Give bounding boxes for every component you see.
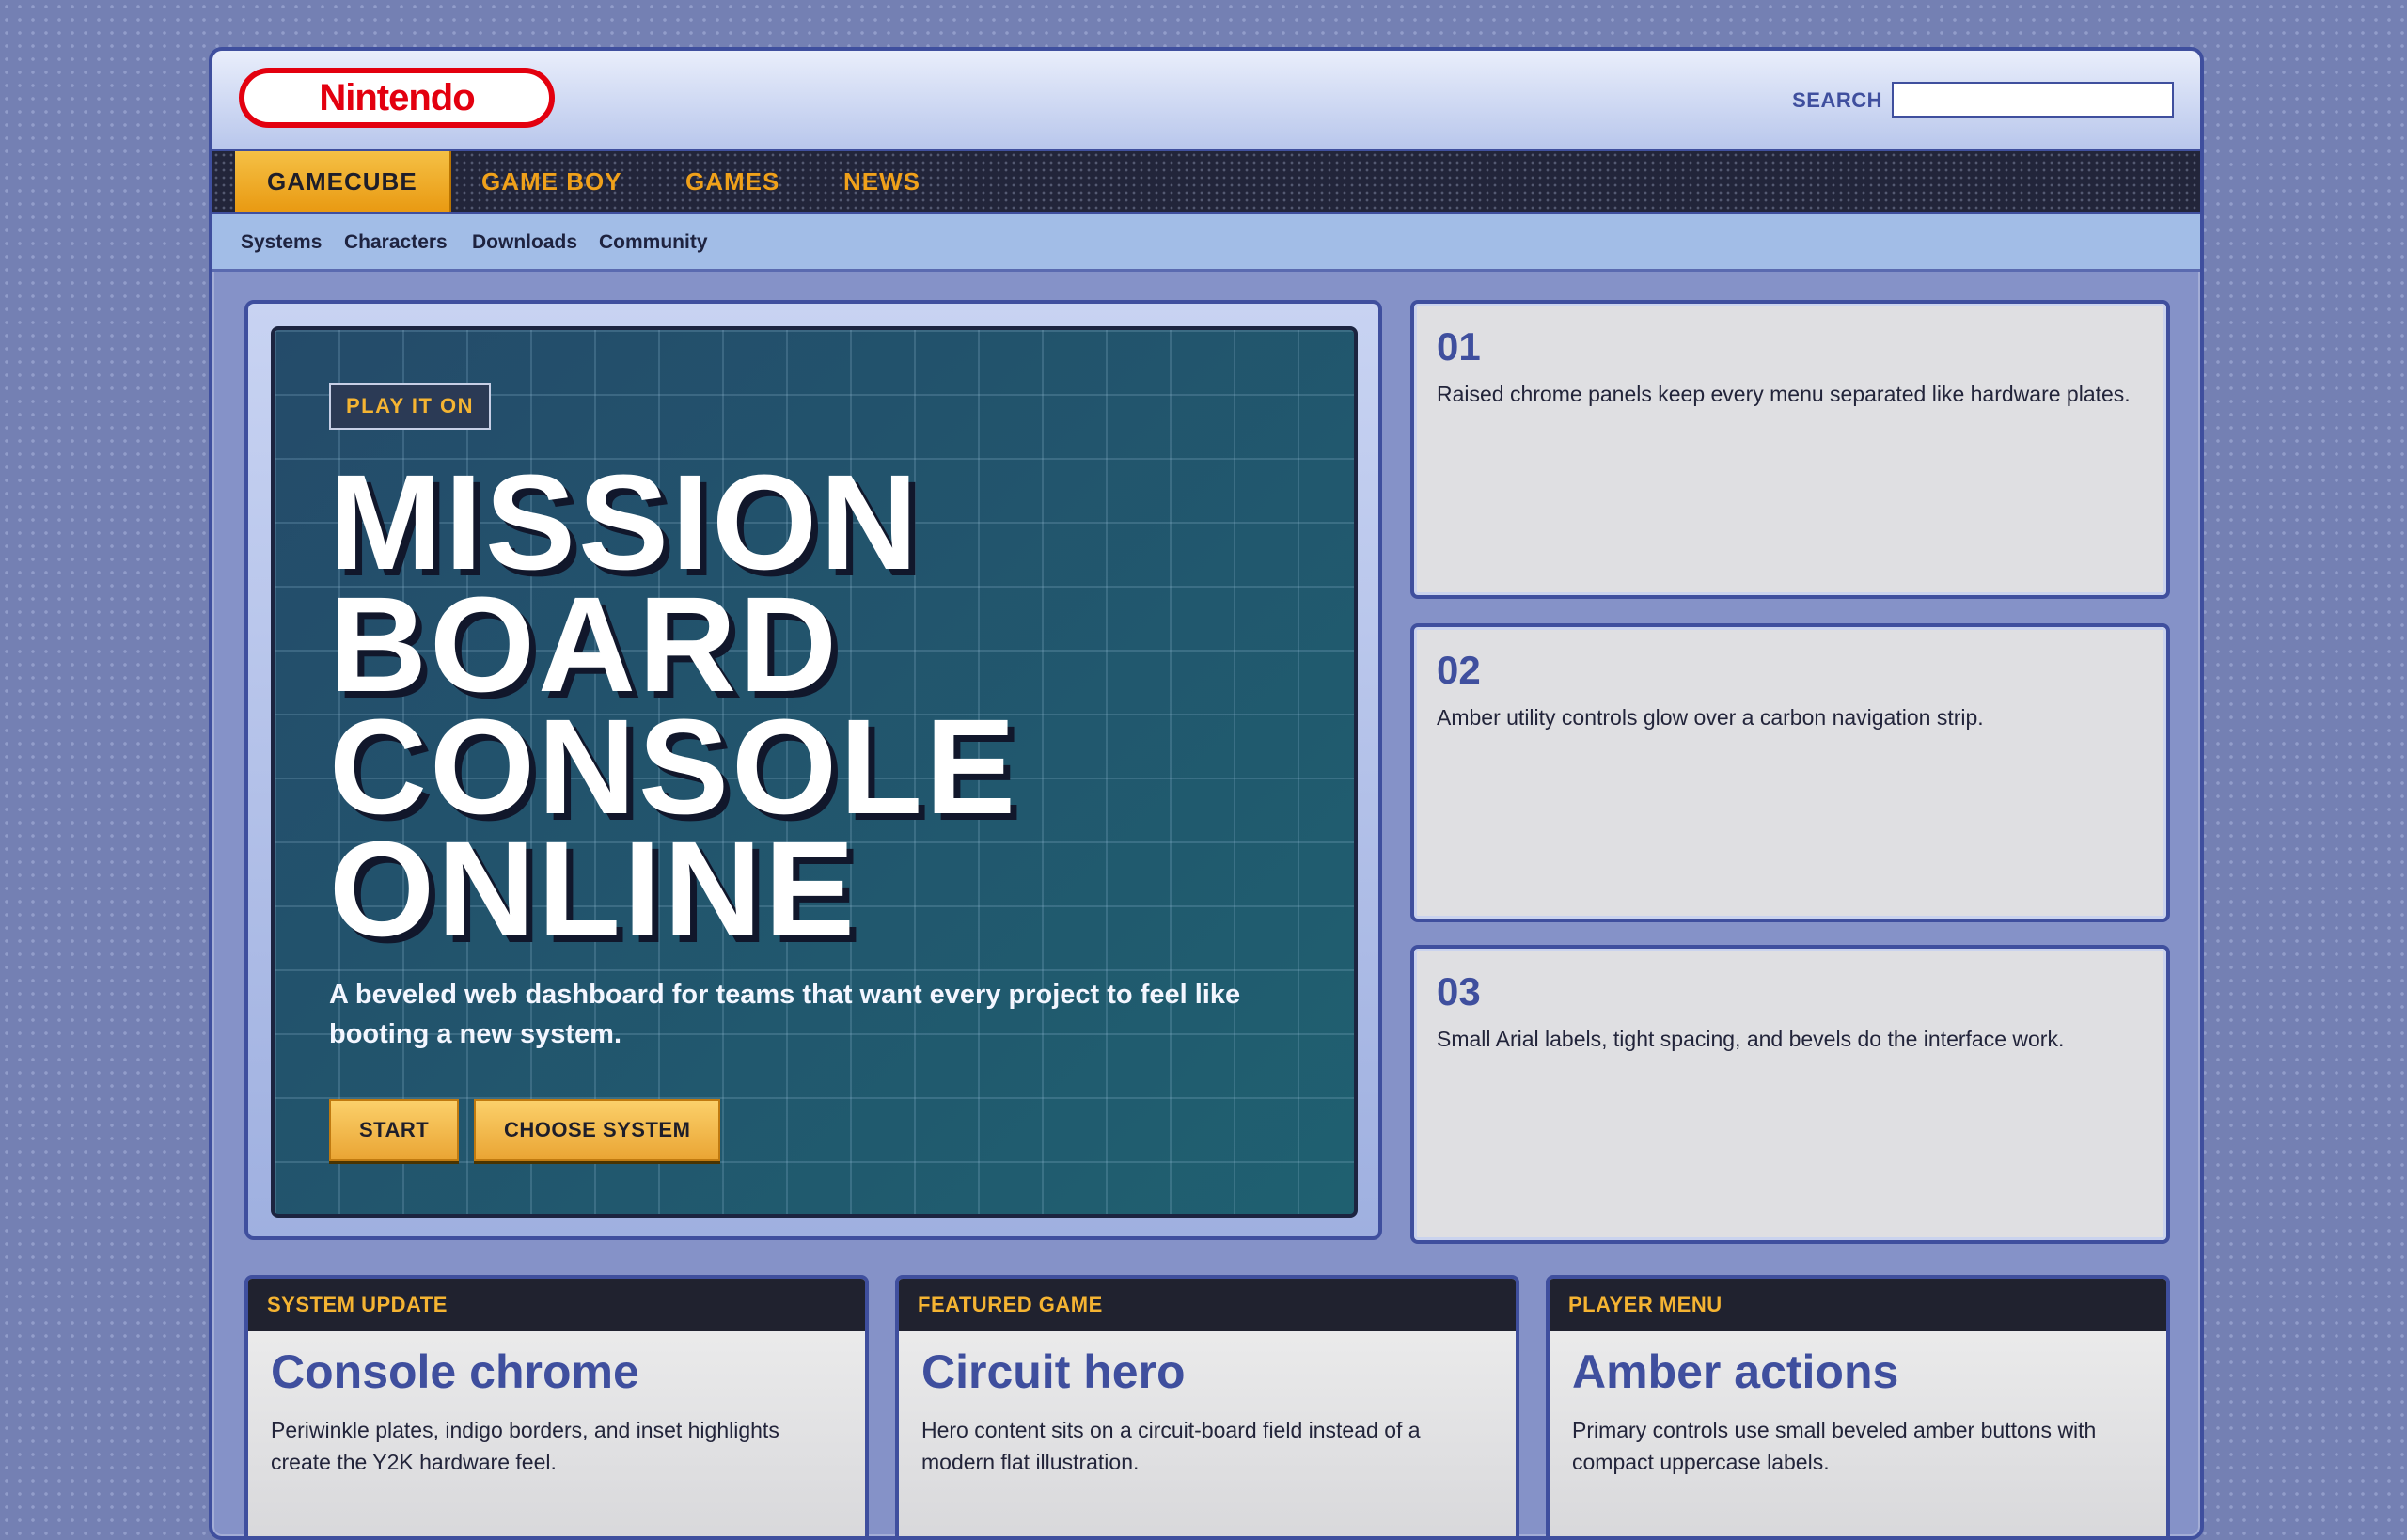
start-button[interactable]: START	[329, 1099, 460, 1161]
info-card: PLAYER MENU Amber actions Primary contro…	[1546, 1275, 2170, 1536]
search-label: SEARCH	[1792, 88, 1882, 112]
hero-panel: PLAY IT ON MISSION BOARD CONSOLE ONLINE …	[271, 326, 1358, 1218]
feature-panel: 03 Small Arial labels, tight spacing, an…	[1410, 945, 2170, 1244]
card-caption: SYSTEM UPDATE	[248, 1279, 865, 1331]
feature-panel: 01 Raised chrome panels keep every menu …	[1410, 300, 2170, 599]
card-body: Hero content sits on a circuit-board fie…	[921, 1418, 1421, 1474]
subnav-item-characters[interactable]: Characters	[344, 231, 448, 254]
card-body: Primary controls use small beveled amber…	[1572, 1418, 2097, 1474]
feature-text: Raised chrome panels keep every menu sep…	[1437, 382, 2131, 406]
tab-gamecube[interactable]: GAMECUBE	[235, 151, 451, 212]
tab-news[interactable]: NEWS	[843, 151, 920, 212]
hero-title: MISSION BOARD CONSOLE ONLINE	[329, 447, 1019, 965]
subnav-item-systems[interactable]: Systems	[241, 231, 322, 254]
hero-title-line: CONSOLE	[329, 691, 1019, 842]
feature-number: 01	[1437, 324, 1481, 369]
page-shell: Nintendo SEARCH GAMECUBE GAME BOY GAMES …	[209, 47, 2204, 1540]
hero-title-line: MISSION	[329, 447, 921, 598]
feature-text: Small Arial labels, tight spacing, and b…	[1437, 1027, 2065, 1051]
hero-title-line: BOARD	[329, 569, 840, 720]
feature-text: Amber utility controls glow over a carbo…	[1437, 705, 1984, 730]
search-input[interactable]	[1892, 82, 2174, 118]
tab-game-boy[interactable]: GAME BOY	[481, 151, 622, 212]
subnav-item-downloads[interactable]: Downloads	[472, 231, 577, 254]
hero-subtitle: A beveled web dashboard for teams that w…	[329, 980, 1241, 1049]
tab-games[interactable]: GAMES	[685, 151, 779, 212]
main-nav: GAMECUBE GAME BOY GAMES NEWS	[212, 151, 2200, 214]
subnav-item-community[interactable]: Community	[599, 231, 708, 254]
card-title: Console chrome	[271, 1345, 639, 1398]
info-card: FEATURED GAME Circuit hero Hero content …	[895, 1275, 1519, 1536]
card-body: Periwinkle plates, indigo borders, and i…	[271, 1418, 779, 1474]
choose-system-button[interactable]: CHOOSE SYSTEM	[474, 1099, 721, 1161]
hero-eyebrow: PLAY IT ON	[329, 383, 492, 430]
hero-title-line: ONLINE	[329, 813, 858, 965]
info-card: SYSTEM UPDATE Console chrome Periwinkle …	[244, 1275, 869, 1536]
nintendo-logo[interactable]: Nintendo	[239, 68, 555, 128]
card-title: Circuit hero	[921, 1345, 1186, 1398]
card-caption: FEATURED GAME	[899, 1279, 1516, 1331]
feature-number: 02	[1437, 648, 1481, 692]
site-header: Nintendo SEARCH	[212, 51, 2200, 151]
card-caption: PLAYER MENU	[1550, 1279, 2166, 1331]
feature-number: 03	[1437, 969, 1481, 1014]
card-title: Amber actions	[1572, 1345, 1899, 1398]
sub-nav: Systems Characters Downloads Community	[212, 214, 2200, 272]
feature-panel: 02 Amber utility controls glow over a ca…	[1410, 623, 2170, 922]
